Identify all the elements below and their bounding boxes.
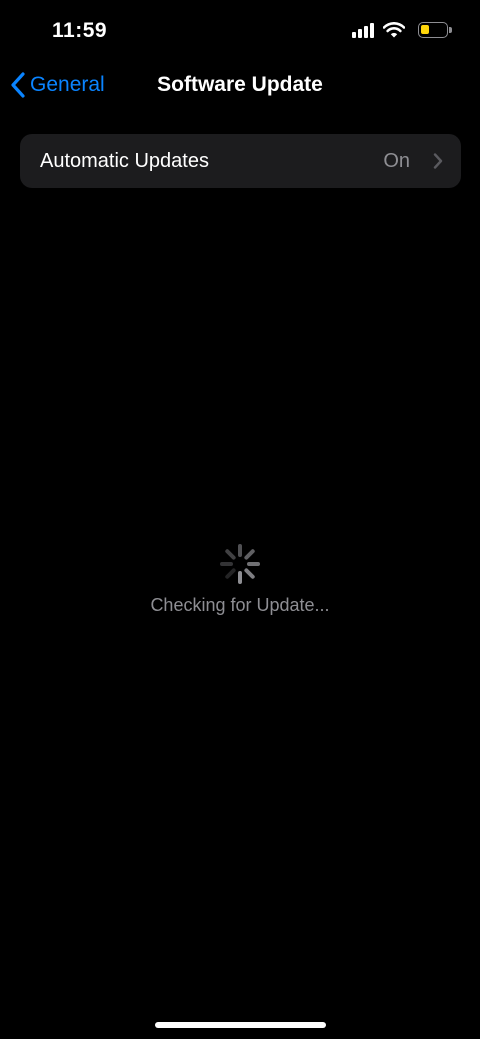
spinner-spoke: [244, 549, 255, 560]
spinner-spoke: [244, 568, 255, 579]
cellular-signal-icon: [352, 22, 374, 38]
wifi-icon: [383, 22, 405, 38]
loading-status-text: Checking for Update...: [150, 595, 330, 615]
automatic-updates-label: Automatic Updates: [40, 150, 209, 172]
home-indicator: [155, 1022, 326, 1028]
automatic-updates-value: On: [383, 150, 410, 172]
loading-area: Checking for Update...: [0, 543, 480, 616]
battery-cap: [449, 27, 452, 33]
status-icons: [352, 22, 452, 38]
chevron-right-icon: [433, 153, 443, 169]
spinner-spoke: [225, 568, 236, 579]
automatic-updates-row[interactable]: Automatic Updates On: [20, 134, 461, 188]
battery-icon: [418, 22, 452, 38]
battery-fill: [421, 25, 429, 34]
navigation-bar: General Software Update: [0, 64, 480, 108]
activity-spinner-icon: [220, 544, 260, 584]
page-title: Software Update: [157, 73, 323, 96]
settings-group: Automatic Updates On: [20, 134, 461, 188]
status-time: 11:59: [52, 19, 108, 42]
status-bar: 11:59: [0, 0, 480, 64]
spinner-spoke: [225, 549, 236, 560]
